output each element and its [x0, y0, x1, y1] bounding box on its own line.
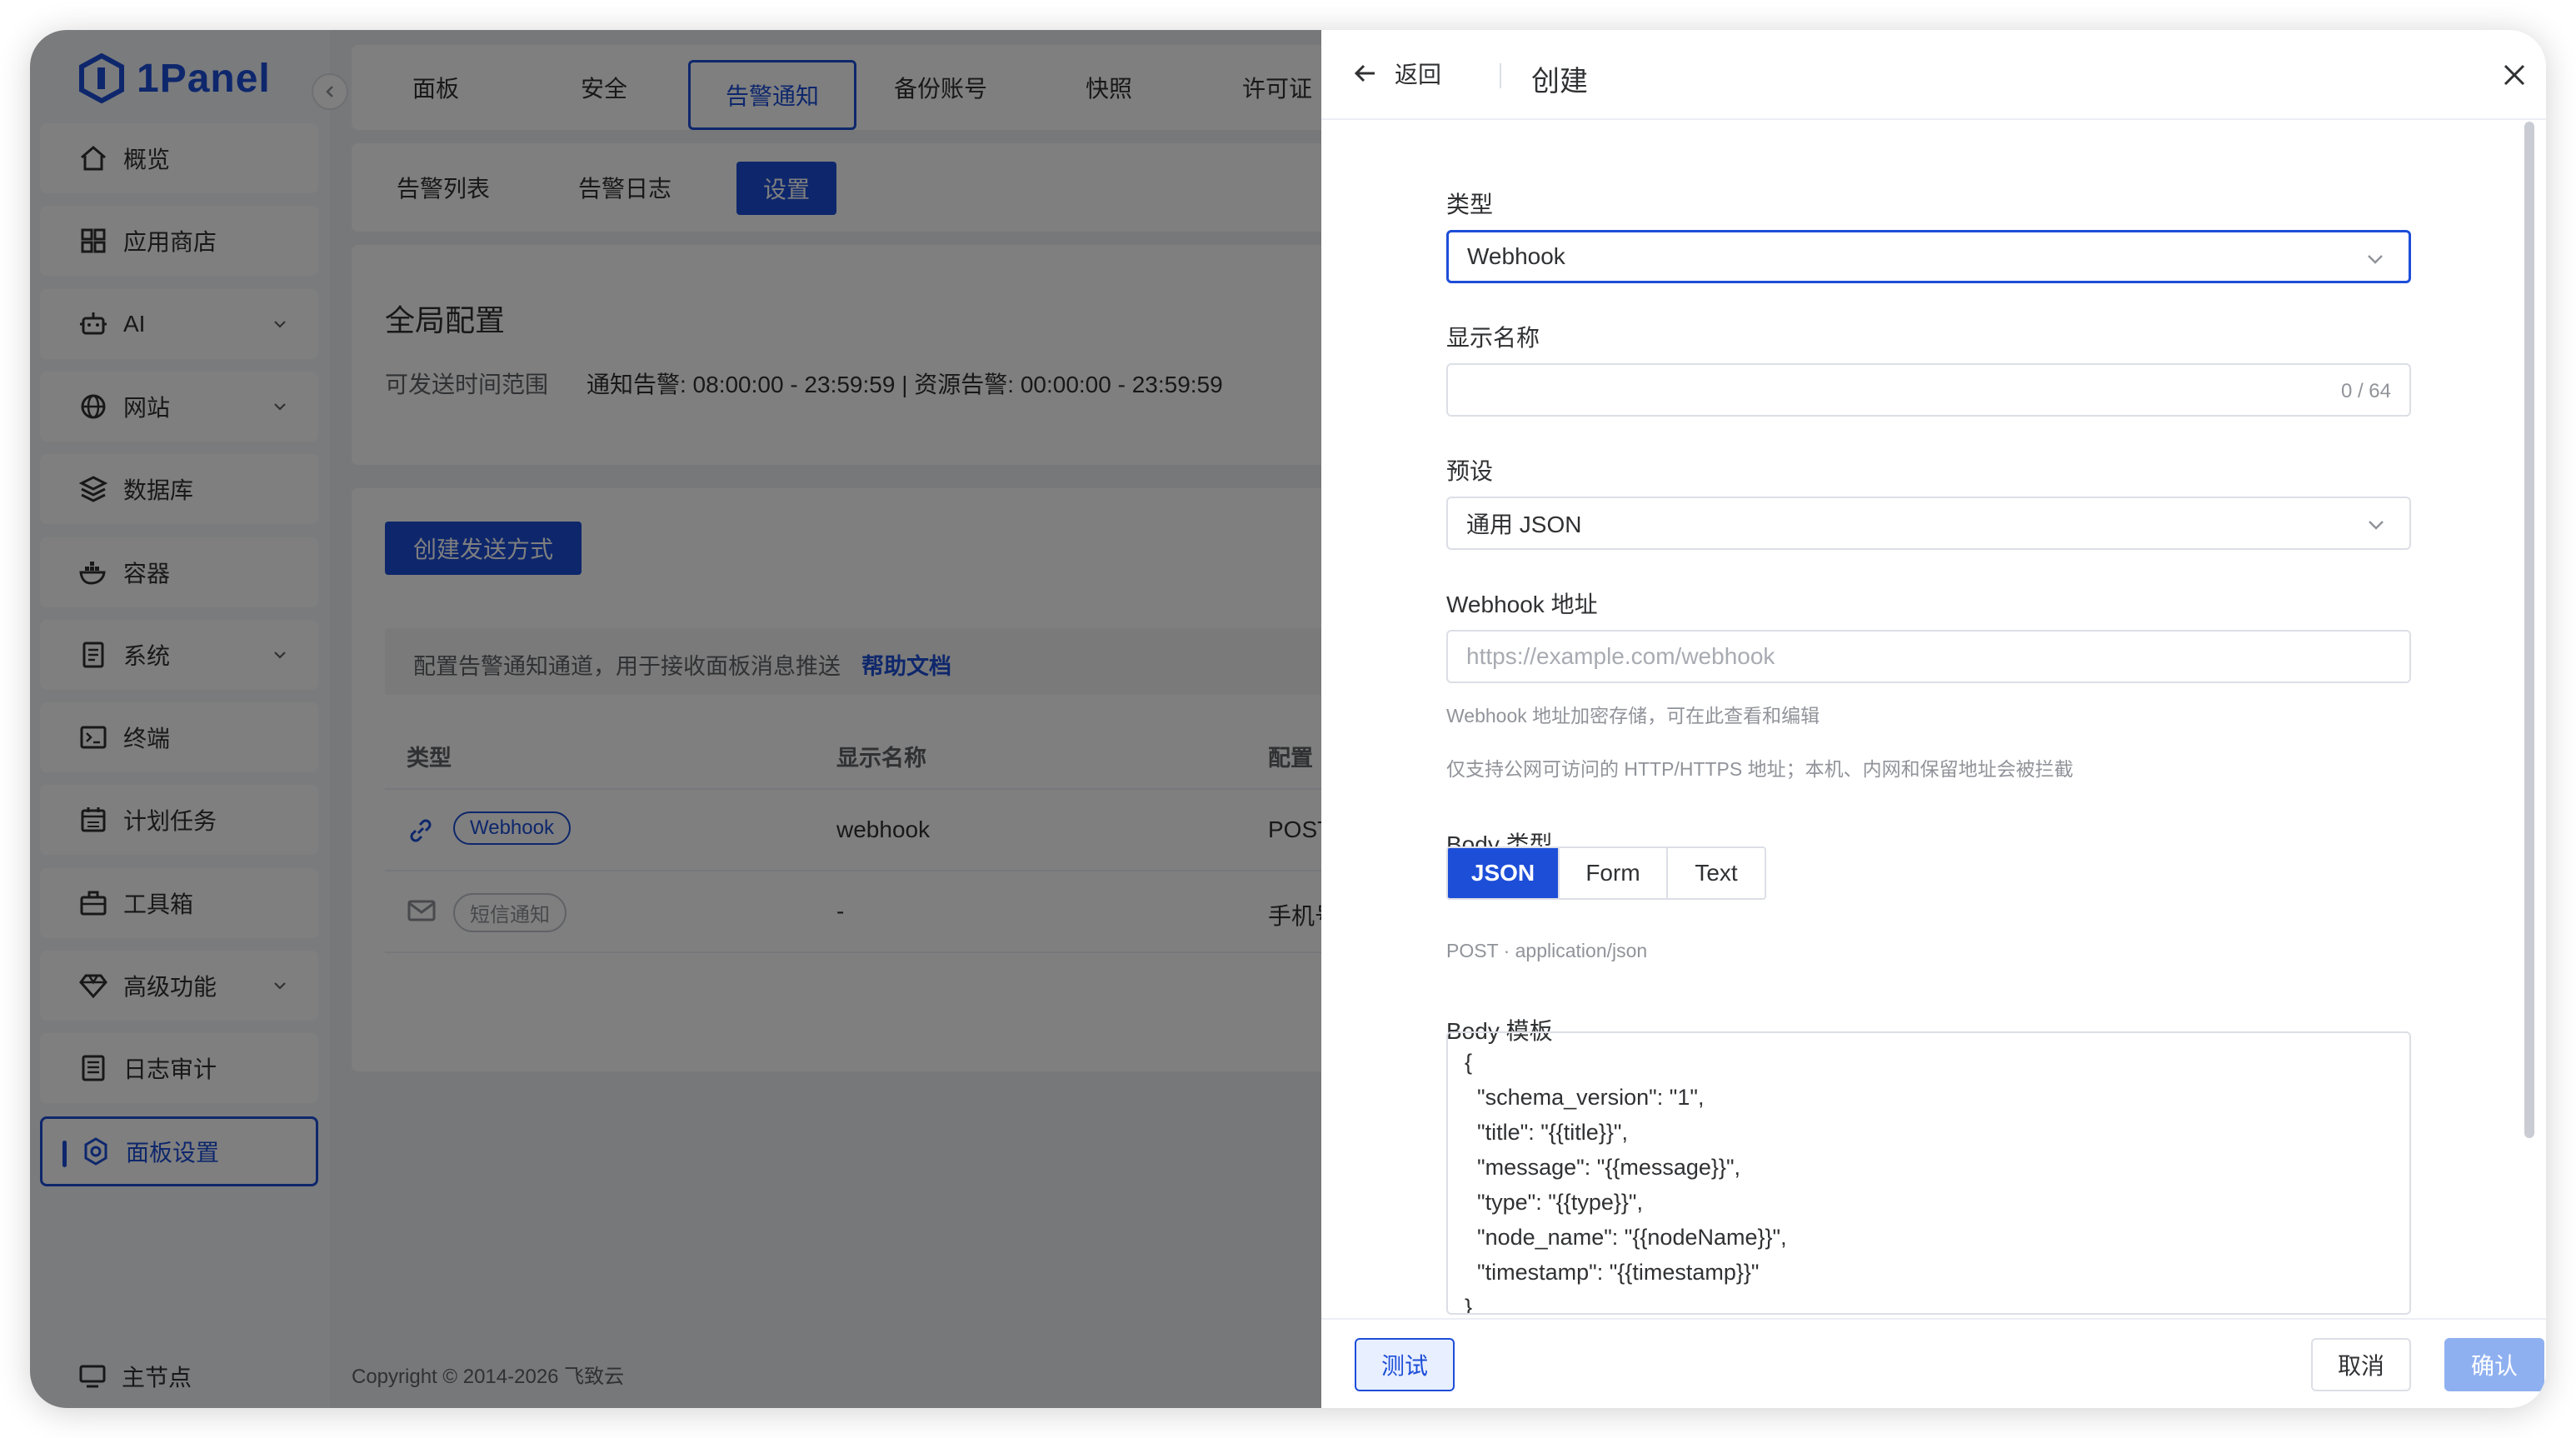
back-button[interactable]: 返回	[1353, 57, 1441, 90]
drawer-footer: 测试 取消 确认	[1321, 1318, 2546, 1408]
drawer-header: 返回 创建	[1321, 30, 2546, 120]
body-template-editor[interactable]: { "schema_version": "1", "title": "{{tit…	[1446, 1031, 2411, 1315]
test-button[interactable]: 测试	[1355, 1338, 1455, 1391]
display-name-counter: 0 / 64	[2340, 380, 2391, 402]
display-name-input[interactable]: 0 / 64	[1446, 363, 2411, 417]
webhook-hint-encrypted: Webhook 地址加密存储，可在此查看和编辑	[1446, 705, 1820, 726]
webhook-url-placeholder: https://example.com/webhook	[1466, 643, 1775, 669]
header-divider	[1500, 63, 1501, 88]
chevron-down-icon	[2368, 255, 2383, 264]
type-select-value: Webhook	[1467, 243, 1565, 269]
confirm-button[interactable]: 确认	[2444, 1338, 2544, 1391]
preset-label: 预设	[1446, 458, 1494, 484]
code-line: }	[1465, 1295, 1473, 1315]
modal-overlay[interactable]	[30, 30, 1321, 1408]
type-select[interactable]: Webhook	[1446, 230, 2411, 283]
arrow-left-icon	[1354, 64, 1375, 82]
display-name-label: 显示名称	[1446, 325, 1540, 351]
code-line: "message": "{{message}}",	[1465, 1155, 1741, 1180]
body-type-hint: POST · application/json	[1446, 940, 1648, 961]
body-type-segmented: JSON Form Text	[1446, 846, 1766, 900]
preset-select-value: 通用 JSON	[1466, 512, 1582, 537]
webhook-url-input[interactable]: https://example.com/webhook	[1446, 630, 2411, 683]
code-line: "title": "{{title}}",	[1465, 1120, 1628, 1145]
code-line: "timestamp": "{{timestamp}}"	[1465, 1260, 1760, 1285]
body-type-option[interactable]: JSON	[1448, 848, 1560, 898]
type-label: 类型	[1446, 192, 1494, 217]
back-label: 返回	[1395, 62, 1442, 87]
app-window: 1Panel 概览应用商店AI网站数据库容器系统终端计划任务工具箱高级功能日志审…	[30, 30, 2546, 1408]
code-line: "schema_version": "1",	[1465, 1085, 1705, 1110]
code-line: "type": "{{type}}",	[1465, 1190, 1643, 1215]
drawer-title: 创建	[1531, 66, 1588, 97]
code-line: {	[1465, 1050, 1473, 1075]
chevron-down-icon	[2369, 521, 2384, 530]
webhook-url-label: Webhook 地址	[1446, 592, 1598, 617]
create-channel-drawer: 返回 创建 类型 Webhook 显示名称 0 / 64 预设 通用 JSON	[1321, 30, 2546, 1408]
body-type-option[interactable]: Text	[1668, 848, 1765, 898]
webhook-hint-public-only: 仅支持公网可访问的 HTTP/HTTPS 地址；本机、内网和保留地址会被拦截	[1446, 758, 2074, 780]
preset-select[interactable]: 通用 JSON	[1446, 497, 2411, 550]
cancel-button[interactable]: 取消	[2311, 1338, 2411, 1391]
code-line: "node_name": "{{nodeName}}",	[1465, 1225, 1787, 1250]
close-icon[interactable]	[2501, 62, 2528, 88]
drawer-scrollbar[interactable]	[2524, 122, 2534, 1138]
body-type-option[interactable]: Form	[1560, 848, 1668, 898]
